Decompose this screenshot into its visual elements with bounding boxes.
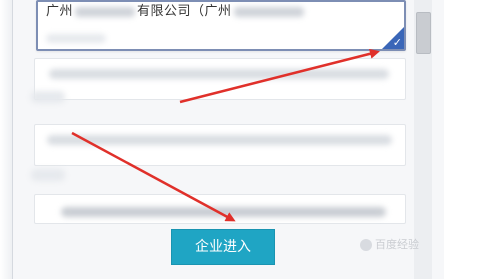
arrow-to-enter-button bbox=[71, 131, 236, 222]
annotation-arrows bbox=[71, 48, 380, 222]
arrow-to-selected-check bbox=[179, 48, 380, 104]
